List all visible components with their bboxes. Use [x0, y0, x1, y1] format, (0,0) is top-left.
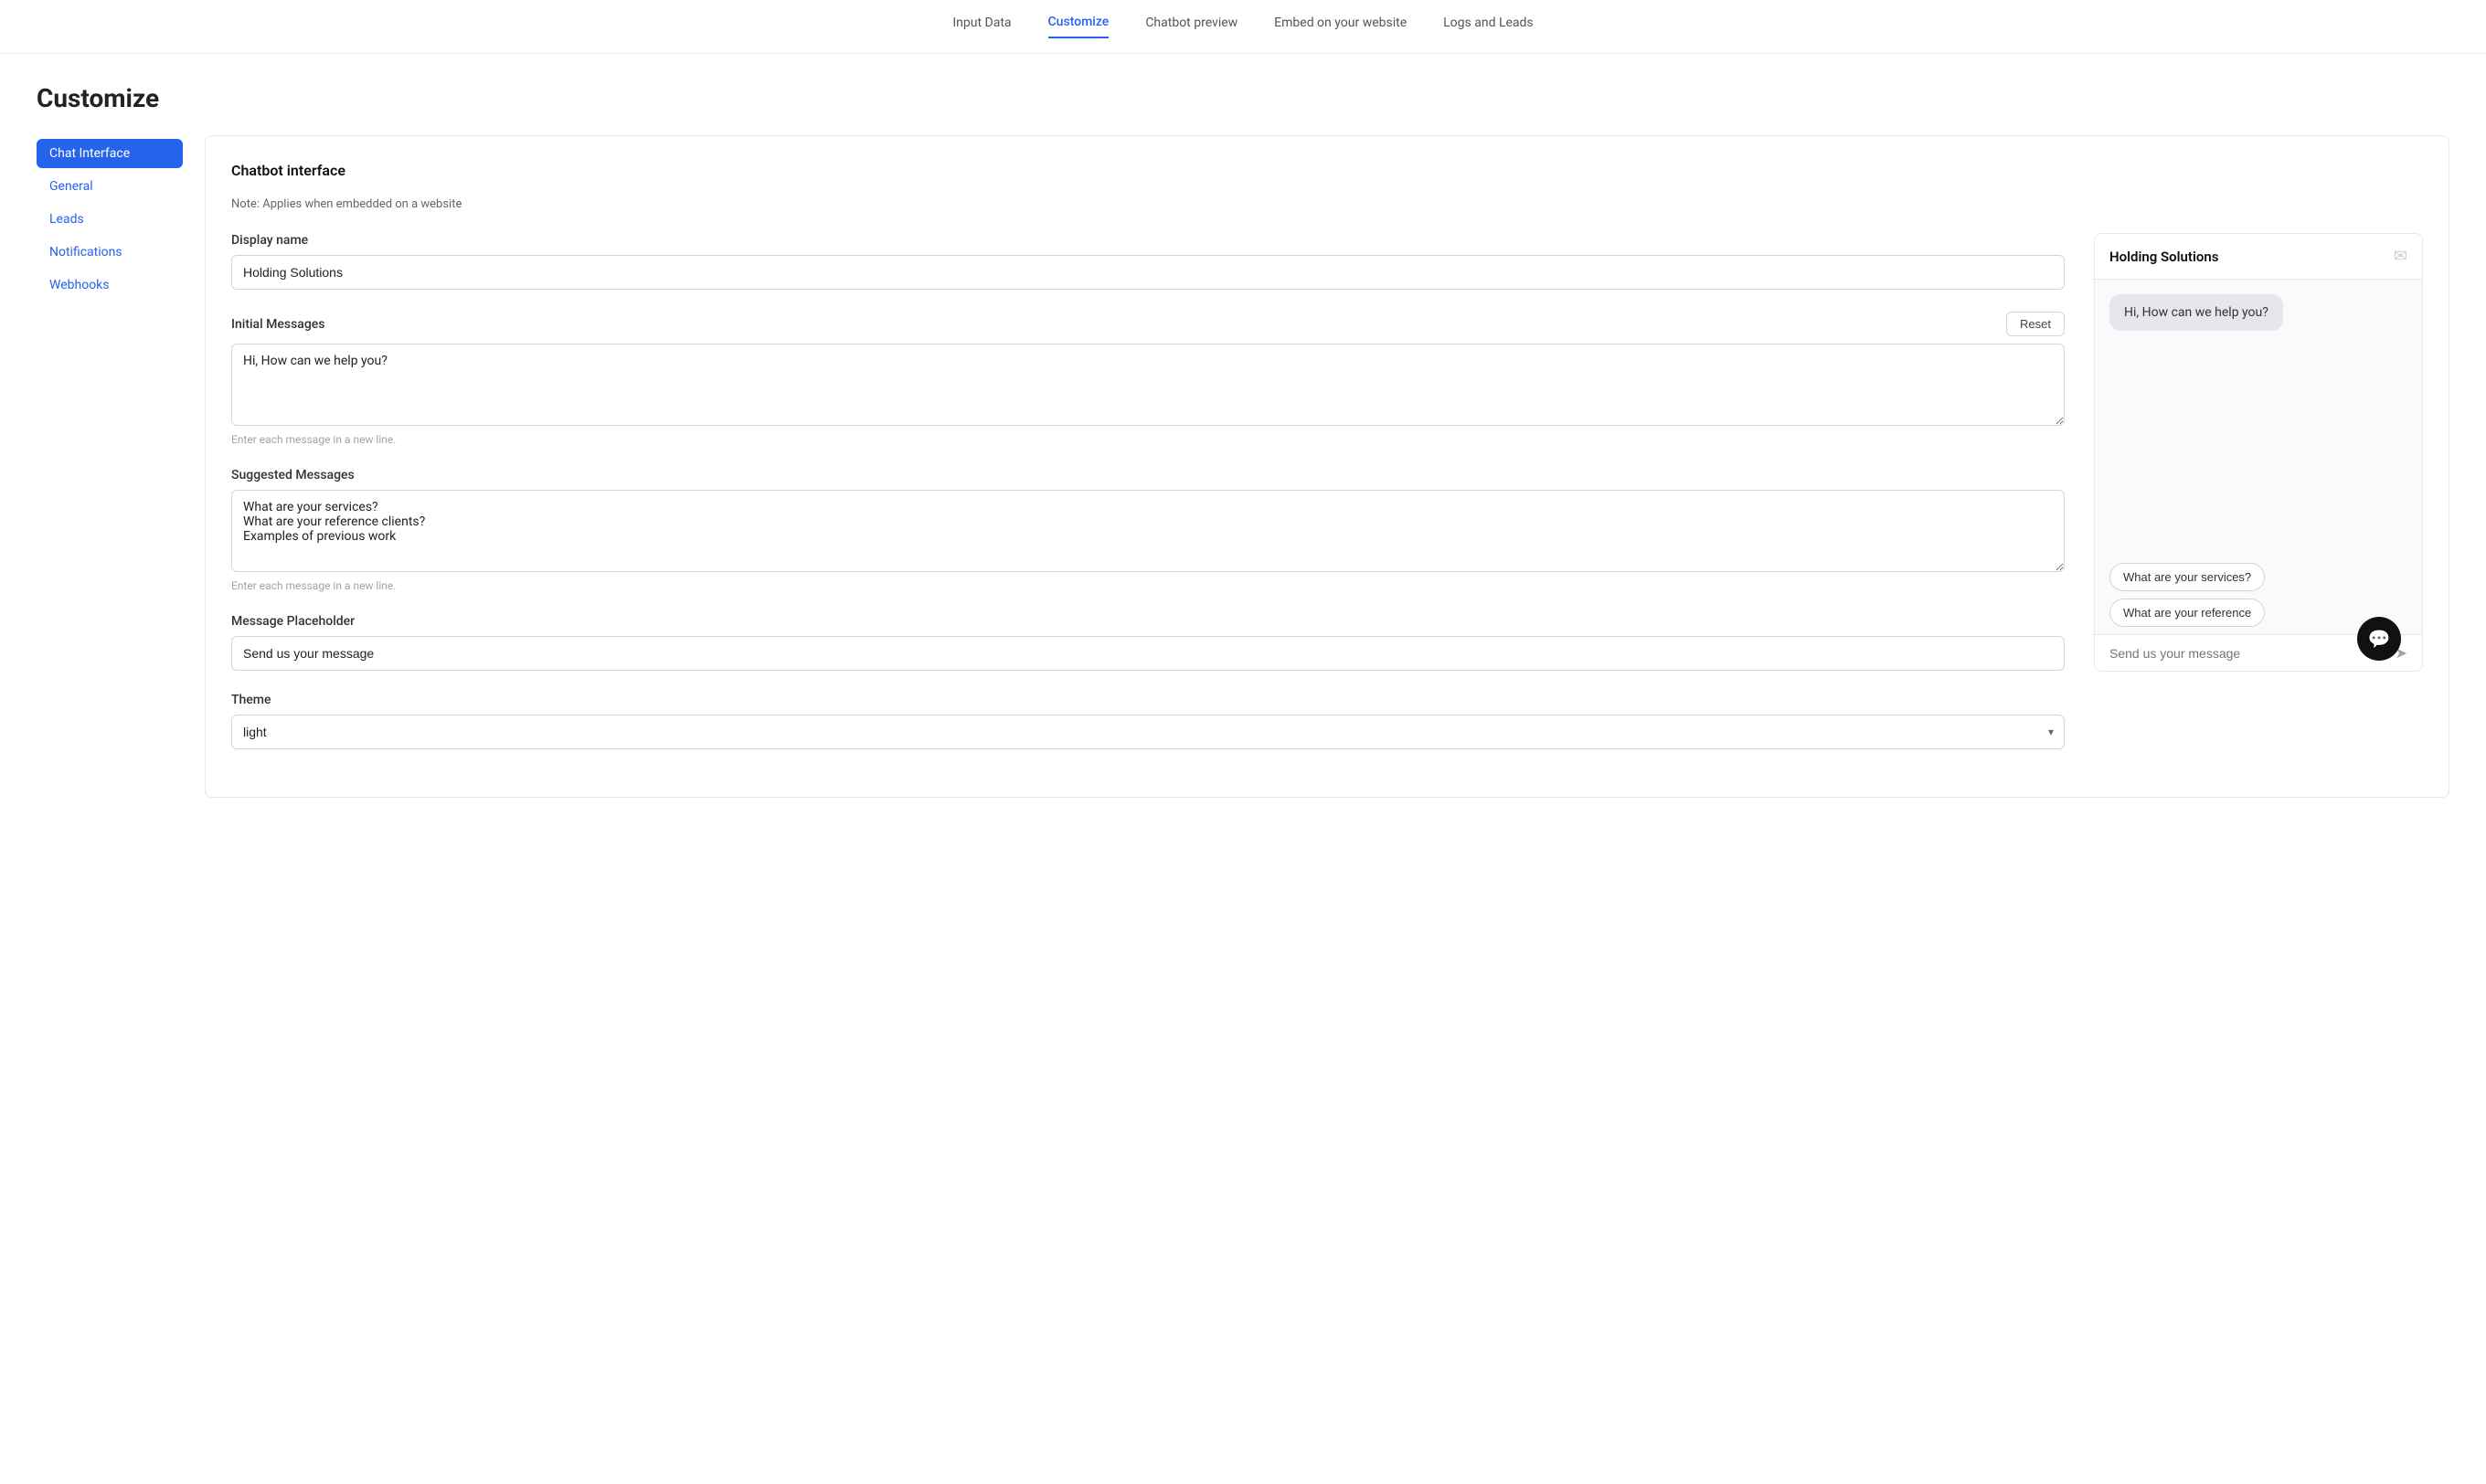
initial-messages-label-row: Initial Messages Reset [231, 312, 2065, 336]
sidebar-item-chat-interface[interactable]: Chat Interface [37, 139, 183, 168]
initial-messages-wrapper: Enter each message in a new line. [231, 344, 2065, 446]
reset-button[interactable]: Reset [2006, 312, 2065, 336]
form-and-preview: Display name Initial Messages Reset [231, 233, 2423, 771]
section-title: Chatbot interface [231, 162, 2423, 179]
chat-bubble: Hi, How can we help you? [2109, 294, 2283, 331]
suggested-messages-label: Suggested Messages [231, 468, 2065, 482]
initial-messages-group: Initial Messages Reset Enter each messag… [231, 312, 2065, 446]
sidebar-item-notifications[interactable]: Notifications [37, 238, 183, 267]
message-placeholder-label: Message Placeholder [231, 614, 2065, 629]
sidebar-item-leads[interactable]: Leads [37, 205, 183, 234]
display-name-input[interactable] [231, 255, 2065, 290]
sidebar-item-general[interactable]: General [37, 172, 183, 201]
suggested-messages-hint: Enter each message in a new line. [231, 579, 2065, 592]
theme-select[interactable]: light dark [231, 715, 2065, 749]
chat-bubble-icon: 💬 [2368, 628, 2391, 650]
nav-item-chatbot-preview[interactable]: Chatbot preview [1145, 16, 1238, 37]
email-icon: ✉ [2394, 247, 2407, 266]
suggested-btn-2[interactable]: What are your reference [2109, 599, 2265, 627]
main-layout: Chat Interface General Leads Notificatio… [37, 135, 2449, 798]
display-name-group: Display name [231, 233, 2065, 290]
suggested-messages-group: Suggested Messages Enter each message in… [231, 468, 2065, 592]
theme-group: Theme light dark ▾ [231, 693, 2065, 749]
page-title: Customize [37, 83, 2449, 113]
section-box: Chatbot interface Note: Applies when emb… [205, 135, 2449, 798]
page-layout: Customize Chat Interface General Leads N… [0, 54, 2486, 827]
sidebar-item-webhooks[interactable]: Webhooks [37, 270, 183, 300]
chatbot-messages: Hi, How can we help you? [2095, 280, 2422, 556]
chatbot-header: Holding Solutions ✉ [2095, 234, 2422, 280]
note-text: Note: Applies when embedded on a website [231, 197, 2423, 211]
theme-select-wrapper: light dark ▾ [231, 715, 2065, 749]
theme-label: Theme [231, 693, 2065, 707]
suggested-messages-textarea[interactable] [231, 490, 2065, 572]
suggested-messages-wrapper: Enter each message in a new line. [231, 490, 2065, 592]
chatbot-header-title: Holding Solutions [2109, 249, 2218, 265]
suggested-btn-1[interactable]: What are your services? [2109, 563, 2265, 591]
content-area: Chatbot interface Note: Applies when emb… [205, 135, 2449, 798]
floating-chat-button[interactable]: 💬 [2357, 617, 2401, 661]
preview-wrapper: Holding Solutions ✉ Hi, How can we help … [2094, 233, 2423, 683]
nav-item-customize[interactable]: Customize [1048, 15, 1110, 38]
message-placeholder-group: Message Placeholder [231, 614, 2065, 671]
display-name-label: Display name [231, 233, 2065, 248]
initial-messages-textarea[interactable] [231, 344, 2065, 426]
message-placeholder-input[interactable] [231, 636, 2065, 671]
nav-item-logs-leads[interactable]: Logs and Leads [1443, 16, 1534, 37]
sidebar: Chat Interface General Leads Notificatio… [37, 135, 183, 798]
initial-messages-hint: Enter each message in a new line. [231, 433, 2065, 446]
top-nav: Input Data Customize Chatbot preview Emb… [0, 0, 2486, 54]
chatbot-input[interactable] [2109, 646, 2388, 661]
chatbot-preview: Holding Solutions ✉ Hi, How can we help … [2094, 233, 2423, 672]
nav-item-embed[interactable]: Embed on your website [1274, 16, 1407, 37]
form-col: Display name Initial Messages Reset [231, 233, 2065, 771]
initial-messages-label: Initial Messages [231, 317, 325, 332]
preview-col: Holding Solutions ✉ Hi, How can we help … [2094, 233, 2423, 771]
nav-item-input-data[interactable]: Input Data [952, 16, 1011, 37]
